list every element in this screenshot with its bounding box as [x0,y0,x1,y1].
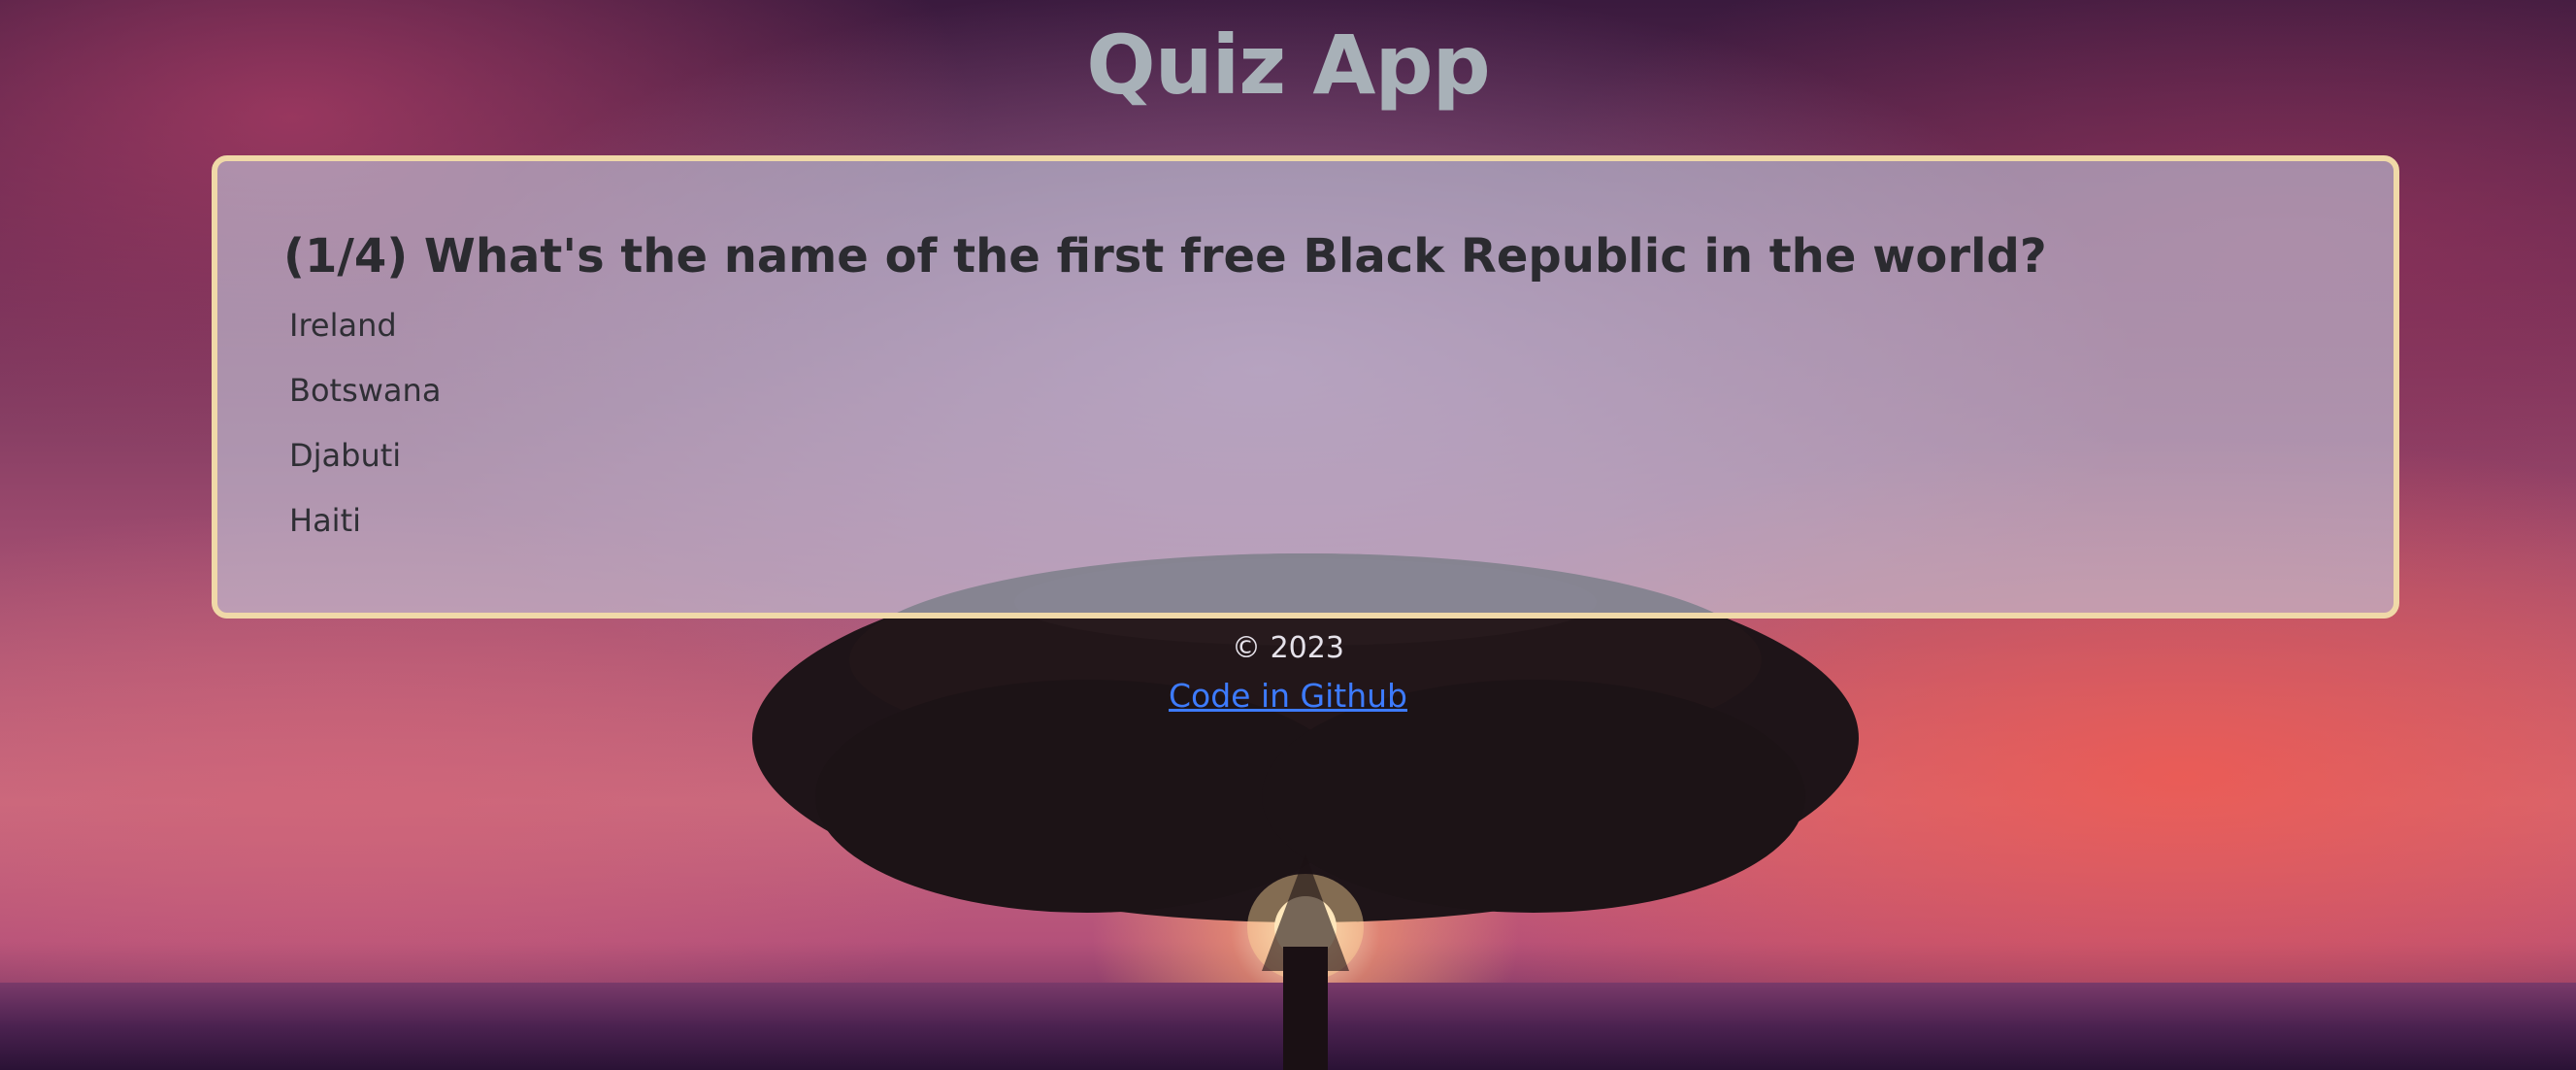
app-title: Quiz App [1086,17,1490,113]
question-text: (1/4) What's the name of the first free … [283,229,2047,284]
answer-list: Ireland Botswana Djabuti Haiti [289,307,441,567]
answer-option-botswana[interactable]: Botswana [289,372,441,437]
github-link[interactable]: Code in Github [1169,674,1407,719]
footer: © 2023 Code in Github [0,627,2576,719]
answer-option-haiti[interactable]: Haiti [289,502,441,567]
copyright-text: © 2023 [1232,631,1344,665]
answer-option-djabuti[interactable]: Djabuti [289,437,441,502]
quiz-card: (1/4) What's the name of the first free … [212,155,2399,619]
answer-option-ireland[interactable]: Ireland [289,307,441,372]
